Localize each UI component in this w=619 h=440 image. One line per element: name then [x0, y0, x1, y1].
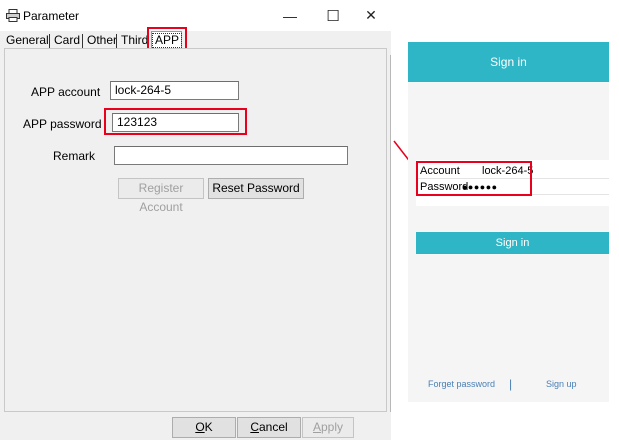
app-settings-panel: APP account lock-264-5 APP password 1231… [4, 48, 387, 412]
maximize-icon: ☐ [326, 7, 340, 25]
close-icon: ✕ [365, 7, 377, 23]
phone-signin-button[interactable]: Sign in [416, 232, 609, 254]
app-account-label: APP account [31, 85, 101, 99]
ok-mnemonic: O [195, 420, 205, 434]
apply-mnemonic: A [312, 420, 321, 434]
phone-footer: Forget password | Sign up [408, 377, 609, 393]
phone-login-highlight-box [416, 161, 532, 196]
minimize-button[interactable]: — [270, 0, 310, 31]
reset-password-button[interactable]: Reset Password [208, 178, 304, 199]
sign-up-link[interactable]: Sign up [546, 379, 577, 389]
title-bar: Parameter — ☐ ✕ [0, 0, 391, 31]
parameter-dialog: Parameter — ☐ ✕ General Card Other Third… [0, 0, 391, 440]
apply-button[interactable]: Apply [302, 417, 354, 438]
forget-password-link[interactable]: Forget password [428, 379, 495, 389]
register-account-button[interactable]: Register Account [118, 178, 204, 214]
phone-login-form: Account lock-264-5 Password ●●●●●● [416, 160, 609, 206]
cancel-button[interactable]: Cancel [237, 417, 301, 438]
password-highlight-box [104, 108, 247, 135]
printer-icon [6, 9, 20, 22]
cancel-label-rest: ancel [258, 420, 288, 434]
dialog-button-bar: OK Cancel Apply [0, 412, 391, 440]
remark-input[interactable] [114, 146, 348, 165]
minimize-icon: — [283, 7, 297, 24]
remark-label: Remark [53, 149, 96, 163]
tab-separator [49, 34, 50, 49]
maximize-button[interactable]: ☐ [313, 0, 353, 31]
tab-separator [116, 34, 117, 49]
ok-label-rest: K [204, 420, 213, 434]
footer-separator: | [509, 377, 513, 391]
ok-button[interactable]: OK [172, 417, 236, 438]
window-title: Parameter [23, 9, 80, 23]
phone-header: Sign in [408, 42, 609, 82]
apply-label-rest: pply [321, 420, 344, 434]
cancel-mnemonic: C [250, 420, 259, 434]
tab-separator [82, 34, 83, 49]
close-button[interactable]: ✕ [351, 0, 391, 31]
phone-screenshot: Sign in Account lock-264-5 Password ●●●●… [408, 42, 609, 402]
app-account-input[interactable]: lock-264-5 [110, 81, 239, 100]
app-password-label: APP password [23, 117, 102, 131]
